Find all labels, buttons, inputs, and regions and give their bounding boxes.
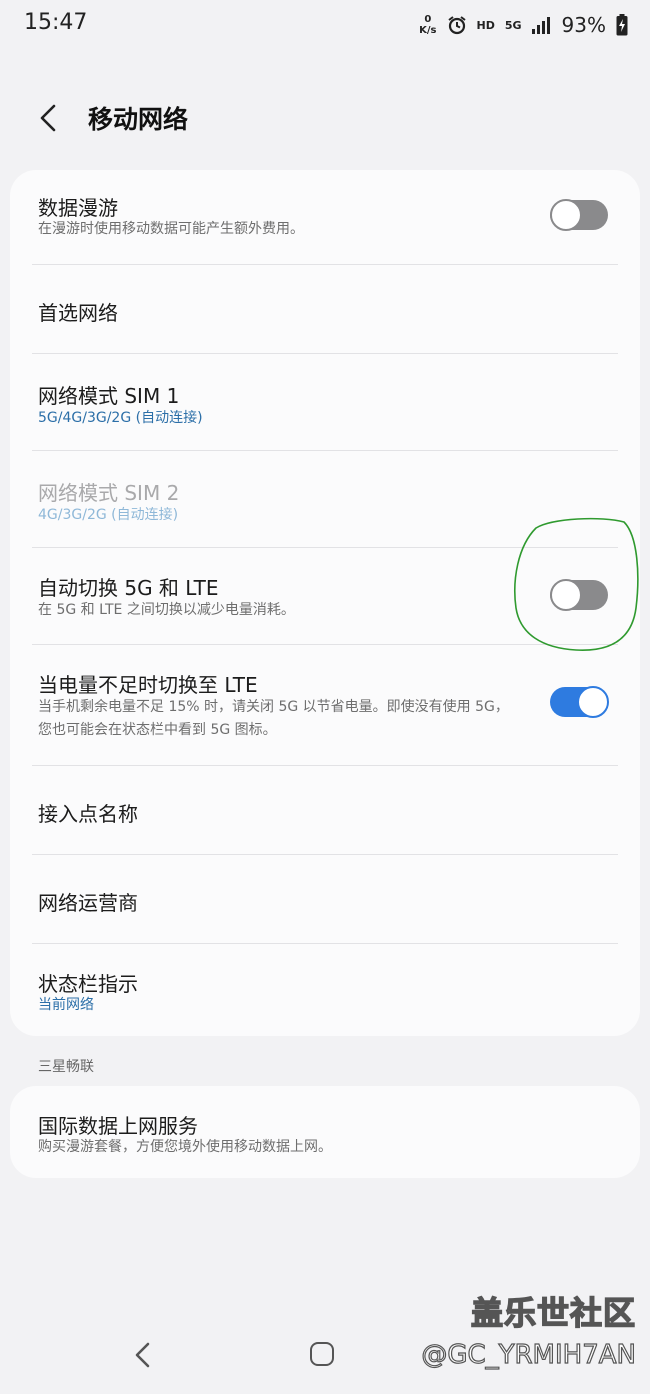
setting-data-roaming[interactable]: 数据漫游 在漫游时使用移动数据可能产生额外费用。 <box>32 170 618 265</box>
row-value: 5G/4G/3G/2G (自动连接) <box>38 410 203 426</box>
setting-network-mode-sim1[interactable]: 网络模式 SIM 1 5G/4G/3G/2G (自动连接) <box>32 354 618 451</box>
app-header: 移动网络 <box>0 90 650 146</box>
low-battery-lte-toggle[interactable] <box>550 686 609 718</box>
samsung-services-card: 国际数据上网服务 购买漫游套餐，方便您境外使用移动数据上网。 <box>10 1086 640 1178</box>
navigation-bar <box>0 1320 650 1394</box>
setting-preferred-network[interactable]: 首选网络 <box>32 265 618 354</box>
toggle-knob <box>577 686 609 718</box>
row-value: 4G/3G/2G (自动连接) <box>38 507 179 523</box>
setting-network-operator[interactable]: 网络运营商 <box>32 855 618 944</box>
battery-charging-icon <box>616 14 628 36</box>
page-title: 移动网络 <box>88 105 189 134</box>
row-subtitle: 购买漫游套餐，方便您境外使用移动数据上网。 <box>38 1139 332 1155</box>
back-chevron-icon[interactable] <box>32 100 68 136</box>
row-title: 网络运营商 <box>38 891 138 915</box>
nav-back-icon[interactable] <box>130 1340 156 1370</box>
signal-icon <box>531 17 550 34</box>
net-speed-indicator: 0 K/s <box>419 14 437 36</box>
row-value: 当前网络 <box>38 997 94 1013</box>
row-title: 国际数据上网服务 <box>38 1114 198 1138</box>
toggle-knob <box>550 199 582 231</box>
nav-home-icon[interactable] <box>310 1342 334 1366</box>
row-title: 自动切换 5G 和 LTE <box>38 576 219 600</box>
setting-status-bar-indicator[interactable]: 状态栏指示 当前网络 <box>32 944 618 1036</box>
row-title: 网络模式 SIM 2 <box>38 481 180 505</box>
setting-low-battery-lte[interactable]: 当电量不足时切换至 LTE 当手机剩余电量不足 15% 时，请关闭 5G 以节省… <box>32 645 618 766</box>
row-title: 数据漫游 <box>38 196 118 220</box>
section-header-samsung: 三星畅联 <box>38 1059 94 1075</box>
row-subtitle: 在漫游时使用移动数据可能产生额外费用。 <box>38 221 304 237</box>
row-title: 首选网络 <box>38 301 118 325</box>
status-time: 15:47 <box>24 10 88 35</box>
setting-international-data[interactable]: 国际数据上网服务 购买漫游套餐，方便您境外使用移动数据上网。 <box>32 1086 618 1178</box>
row-subtitle: 当手机剩余电量不足 15% 时，请关闭 5G 以节省电量。即使没有使用 5G，您… <box>38 699 509 738</box>
battery-percent: 93% <box>561 13 606 37</box>
row-title: 当电量不足时切换至 LTE <box>38 673 258 697</box>
status-icons: 0 K/s HD 5G 93% <box>419 10 628 40</box>
annotation-circle <box>514 517 639 651</box>
hd-voice-badge: HD <box>476 18 495 32</box>
setting-apn[interactable]: 接入点名称 <box>32 766 618 855</box>
network-type-badge: 5G <box>504 18 522 32</box>
row-title: 网络模式 SIM 1 <box>38 384 180 408</box>
status-bar: 15:47 0 K/s HD 5G 93% <box>0 0 650 52</box>
row-title: 状态栏指示 <box>38 972 138 996</box>
data-roaming-toggle[interactable] <box>550 199 608 231</box>
row-title: 接入点名称 <box>38 802 138 826</box>
alarm-icon <box>447 16 466 35</box>
row-subtitle: 在 5G 和 LTE 之间切换以减少电量消耗。 <box>38 602 295 618</box>
